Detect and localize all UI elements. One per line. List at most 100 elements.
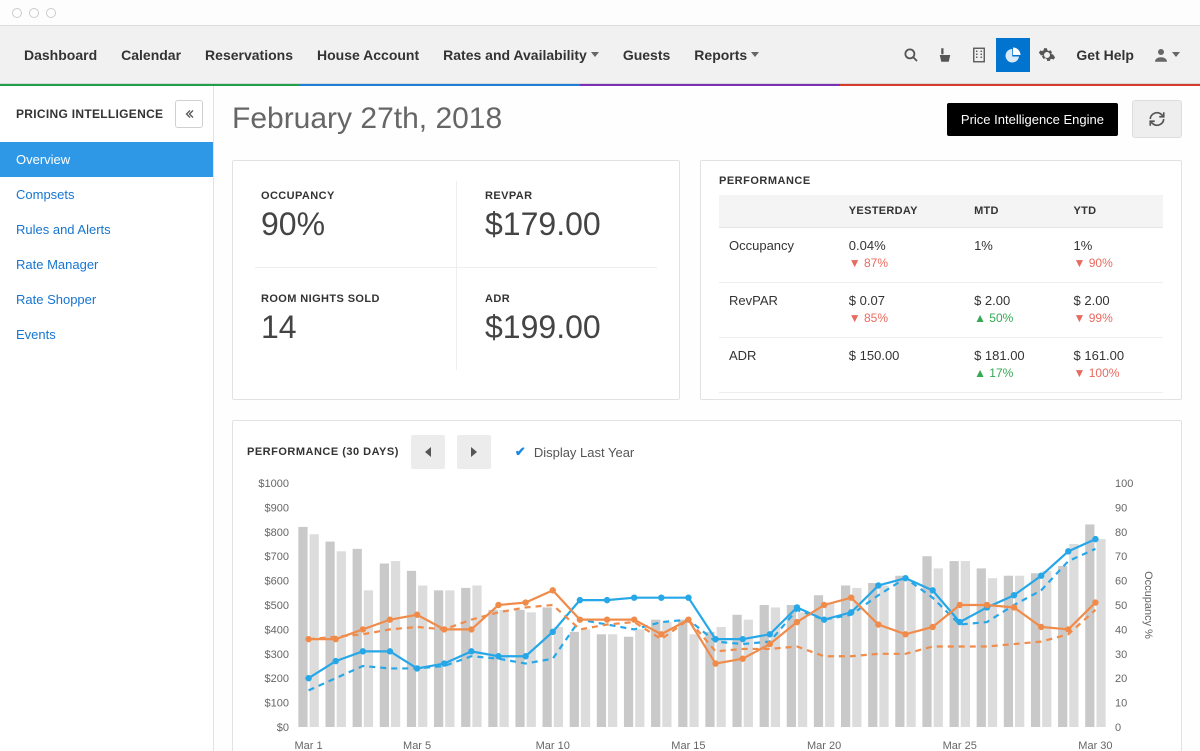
display-last-year-toggle[interactable]: ✔ Display Last Year [515,444,634,460]
table-cell: 1% [964,228,1063,283]
chevron-down-icon [591,52,599,57]
svg-text:40: 40 [1115,624,1127,636]
pie-tooltip: Price Intelligence Engine [947,103,1118,136]
svg-text:Mar 10: Mar 10 [536,740,570,751]
table-cell: 1%▼ 90% [1064,228,1163,283]
chart-prev-button[interactable] [411,435,445,469]
nav-guests[interactable]: Guests [613,39,680,71]
chart-card: PERFORMANCE (30 DAYS) ✔ Display Last Yea… [232,420,1182,751]
chevron-down-icon [751,52,759,57]
svg-text:Mar 15: Mar 15 [671,740,705,751]
table-header: MTD [964,195,1063,228]
building-icon[interactable] [962,38,996,72]
sidebar-item-compsets[interactable]: Compsets [0,177,213,212]
kpi-label: OCCUPANCY [261,190,335,202]
refresh-button[interactable] [1132,100,1182,138]
svg-text:$500: $500 [265,600,289,612]
svg-text:$400: $400 [265,624,289,636]
window-close-dot [12,8,22,18]
user-menu[interactable] [1146,46,1186,64]
svg-text:Mar 5: Mar 5 [403,740,431,751]
chevron-down-icon [1172,52,1180,57]
svg-text:$0: $0 [277,722,289,734]
row-label: RevPAR [719,283,839,338]
table-cell: $ 2.00▲ 50% [964,283,1063,338]
svg-text:$800: $800 [265,527,289,539]
sidebar-item-rate-shopper[interactable]: Rate Shopper [0,282,213,317]
get-help-link[interactable]: Get Help [1064,47,1146,63]
table-cell: $ 2.00▼ 99% [1064,283,1163,338]
window-chrome [0,0,1200,26]
svg-text:Mar 25: Mar 25 [943,740,977,751]
svg-text:$600: $600 [265,576,289,588]
chevron-left-icon [425,447,431,457]
svg-text:30: 30 [1115,649,1127,661]
table-row: ADR$ 150.00$ 181.00▲ 17%$ 161.00▼ 100% [719,338,1163,393]
nav-reservations[interactable]: Reservations [195,39,303,71]
sidebar-item-events[interactable]: Events [0,317,213,352]
gear-icon[interactable] [1030,38,1064,72]
table-cell: $ 150.00 [839,338,964,393]
kpi-panel: OCCUPANCY 90% REVPAR $179.00 ROOM NIGHTS… [232,160,680,400]
nav-rates-and-availability[interactable]: Rates and Availability [433,39,609,71]
table-cell: $ 161.00▼ 100% [1064,338,1163,393]
svg-text:Mar 1: Mar 1 [295,740,323,751]
nav-house-account[interactable]: House Account [307,39,429,71]
main-content: February 27th, 2018 Price Intelligence E… [214,86,1200,751]
svg-text:$200: $200 [265,673,289,685]
svg-text:20: 20 [1115,673,1127,685]
kpi-revpar: REVPAR $179.00 [456,181,657,267]
performance-table-title: PERFORMANCE [719,175,1163,187]
svg-text:70: 70 [1115,551,1127,563]
performance-table-card: PERFORMANCE YESTERDAYMTDYTD Occupancy0.0… [700,160,1182,400]
sidebar-item-overview[interactable]: Overview [0,142,213,177]
table-cell: 0.04%▼ 87% [839,228,964,283]
chart-title: PERFORMANCE (30 DAYS) [247,446,399,458]
svg-text:10: 10 [1115,698,1127,710]
table-row: RevPAR$ 0.07▼ 85%$ 2.00▲ 50%$ 2.00▼ 99% [719,283,1163,338]
svg-text:Mar 20: Mar 20 [807,740,841,751]
kpi-value: $179.00 [485,206,651,243]
table-header: YTD [1064,195,1163,228]
kpi-value: 14 [261,309,450,346]
search-icon[interactable] [894,38,928,72]
kpi-adr: ADR $199.00 [456,267,657,370]
top-nav: DashboardCalendarReservationsHouse Accou… [0,26,1200,84]
pie-chart-icon[interactable] [996,38,1030,72]
svg-text:$1000: $1000 [258,478,289,490]
nav-dashboard[interactable]: Dashboard [14,39,107,71]
svg-text:$100: $100 [265,698,289,710]
kpi-label: REVPAR [485,190,532,202]
collapse-sidebar-button[interactable] [175,100,203,128]
cleaning-icon[interactable] [928,38,962,72]
table-cell: $ 181.00▲ 17% [964,338,1063,393]
svg-text:100: 100 [1115,478,1133,490]
kpi-occupancy: OCCUPANCY 90% [255,181,456,267]
table-cell: $ 0.07▼ 85% [839,283,964,338]
svg-text:$300: $300 [265,649,289,661]
chart-next-button[interactable] [457,435,491,469]
svg-text:80: 80 [1115,527,1127,539]
performance-table: YESTERDAYMTDYTD Occupancy0.04%▼ 87%1%1%▼… [719,195,1163,393]
window-min-dot [29,8,39,18]
sidebar-title: PRICING INTELLIGENCE [16,107,163,121]
svg-text:90: 90 [1115,502,1127,514]
chevron-right-icon [471,447,477,457]
table-header [719,195,839,228]
table-header: YESTERDAY [839,195,964,228]
svg-text:Mar 30: Mar 30 [1078,740,1112,751]
window-max-dot [46,8,56,18]
table-row: Occupancy0.04%▼ 87%1%1%▼ 90% [719,228,1163,283]
nav-calendar[interactable]: Calendar [111,39,191,71]
nav-reports[interactable]: Reports [684,39,769,71]
row-label: ADR [719,338,839,393]
check-icon: ✔ [515,444,526,460]
kpi-label: ADR [485,293,510,305]
svg-text:50: 50 [1115,600,1127,612]
sidebar: PRICING INTELLIGENCE OverviewCompsetsRul… [0,86,214,751]
kpi-value: $199.00 [485,309,651,346]
sidebar-item-rate-manager[interactable]: Rate Manager [0,247,213,282]
sidebar-item-rules-and-alerts[interactable]: Rules and Alerts [0,212,213,247]
kpi-label: ROOM NIGHTS SOLD [261,293,380,305]
chart: $0$100$200$300$400$500$600$700$800$900$1… [247,477,1167,751]
